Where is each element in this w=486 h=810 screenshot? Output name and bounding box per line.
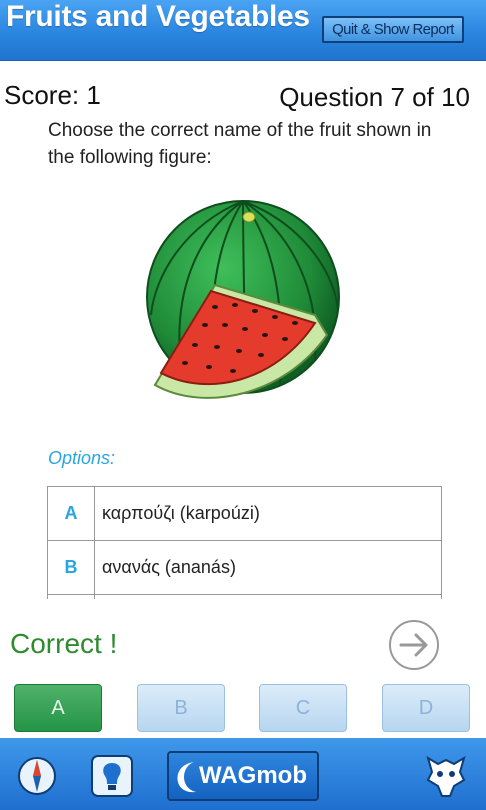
watermelon-image xyxy=(146,200,340,399)
option-letter: B xyxy=(48,541,95,594)
wagmob-logo-icon xyxy=(177,762,196,793)
app-title: Fruits and Vegetables xyxy=(6,0,310,33)
answer-button-a[interactable]: A xyxy=(14,684,102,732)
option-row-b[interactable]: B ανανάς (ananás) xyxy=(48,541,441,595)
answer-button-d[interactable]: D xyxy=(382,684,470,732)
question-text: Choose the correct name of the fruit sho… xyxy=(48,120,432,168)
next-arrow-icon[interactable] xyxy=(388,619,440,671)
wagmob-button[interactable]: WAGmob xyxy=(167,751,319,801)
wagmob-label: WAGmob xyxy=(199,762,307,789)
feedback-text: Correct ! xyxy=(10,628,118,659)
options-table: A καρπούζι (karpoúzi) B ανανάς (ananás) xyxy=(47,486,442,599)
score-label: Score: 1 xyxy=(4,80,101,110)
answer-button-b[interactable]: B xyxy=(137,684,225,732)
option-letter xyxy=(48,595,95,599)
option-letter: A xyxy=(48,487,95,540)
option-row-c[interactable] xyxy=(48,595,441,599)
options-label: Options: xyxy=(48,448,116,468)
lightbulb-icon[interactable] xyxy=(90,754,134,798)
option-row-a[interactable]: A καρπούζι (karpoúzi) xyxy=(48,487,441,541)
option-text: καρπούζι (karpoúzi) xyxy=(102,503,260,523)
question-counter: Question 7 of 10 xyxy=(279,82,470,112)
mascot-icon[interactable] xyxy=(420,750,472,802)
answer-button-c[interactable]: C xyxy=(259,684,347,732)
app-header: Fruits and Vegetables Quit & Show Report xyxy=(0,0,486,61)
compass-icon[interactable] xyxy=(16,754,58,798)
quit-show-report-button[interactable]: Quit & Show Report xyxy=(322,16,464,43)
option-text: ανανάς (ananás) xyxy=(102,557,236,577)
